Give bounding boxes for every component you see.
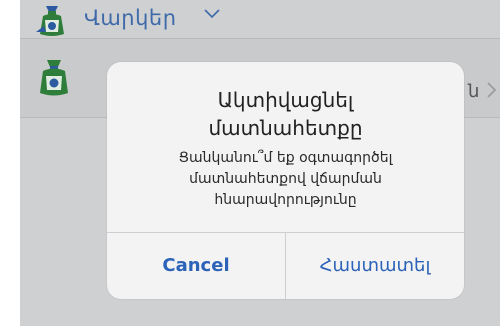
cancel-button[interactable]: Cancel [107,233,285,299]
alert-message-line-2: մատնահետքով վճարման [189,171,382,187]
app-screen: Վարկեր ն Ակտիվացնել մատնահետքը Ցանկանու՞… [20,0,500,326]
fingerprint-alert-dialog: Ակտիվացնել մատնահետքը Ցանկանու՞մ եք օգտա… [107,62,464,299]
nav-title[interactable]: Վարկեր [84,6,177,30]
alert-title-line-1: Ակտիվացնել [217,88,354,112]
money-bag-icon [40,60,68,96]
alert-message-line-1: Ցանկանու՞մ եք օգտագործել [178,150,393,166]
nav-bar: Վարկեր [20,0,500,38]
confirm-button[interactable]: Հաստատել [286,233,464,299]
alert-title-line-2: մատնահետքը [208,116,363,140]
alert-message-line-3: հնարավորությունը [214,192,357,208]
chevron-right-icon [487,82,497,98]
money-bag-icon [36,6,64,36]
row-label-fragment: ն [468,81,480,102]
chevron-down-icon[interactable] [202,4,222,24]
